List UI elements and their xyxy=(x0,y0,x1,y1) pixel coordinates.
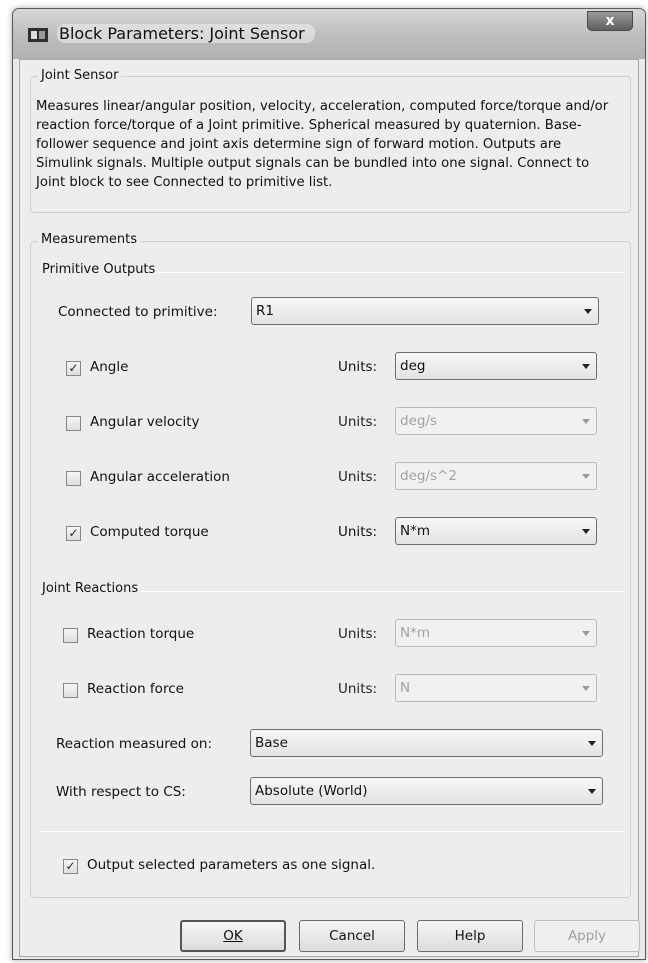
angular-velocity-units-select[interactable]: deg/s xyxy=(395,407,597,435)
chevron-down-icon xyxy=(582,419,590,424)
with-respect-to-cs-value: Absolute (World) xyxy=(255,783,368,799)
angular-acceleration-units-select[interactable]: deg/s^2 xyxy=(395,462,597,490)
connected-to-primitive-select[interactable]: R1 xyxy=(251,297,599,325)
reaction-force-units-label: Units: xyxy=(338,681,378,697)
computed-torque-units-value: N*m xyxy=(400,523,430,539)
reaction-torque-units-select[interactable]: N*m xyxy=(395,619,597,647)
reaction-force-units-select[interactable]: N xyxy=(395,674,597,702)
apply-button[interactable]: Apply xyxy=(534,920,640,952)
help-button-label: Help xyxy=(454,928,486,944)
dialog-window: Block Parameters: Joint Sensor x Joint S… xyxy=(12,8,646,960)
help-button[interactable]: Help xyxy=(417,920,523,952)
angular-acceleration-checkbox[interactable] xyxy=(66,471,81,486)
chevron-down-icon xyxy=(582,631,590,636)
chevron-down-icon xyxy=(582,686,590,691)
output-divider xyxy=(40,831,625,832)
description-group-label: Joint Sensor xyxy=(38,68,122,83)
apply-button-label: Apply xyxy=(567,928,607,944)
angle-units-label: Units: xyxy=(338,359,378,375)
angular-velocity-units-value: deg/s xyxy=(400,413,438,429)
block-description: Measures linear/angular position, veloci… xyxy=(36,99,609,190)
reaction-measured-on-value: Base xyxy=(255,735,288,751)
cancel-button-label: Cancel xyxy=(329,928,375,944)
chevron-down-icon xyxy=(584,309,592,314)
computed-torque-label: Computed torque xyxy=(90,524,209,540)
chevron-down-icon xyxy=(582,474,590,479)
computed-torque-units-label: Units: xyxy=(338,524,378,540)
with-respect-to-cs-select[interactable]: Absolute (World) xyxy=(250,777,603,805)
ok-button[interactable]: OK xyxy=(180,920,286,952)
angle-units-select[interactable]: deg xyxy=(395,352,597,380)
angular-velocity-label: Angular velocity xyxy=(90,414,200,430)
reaction-force-units-value: N xyxy=(400,680,411,696)
angular-velocity-checkbox[interactable] xyxy=(66,416,81,431)
title-bar[interactable]: Block Parameters: Joint Sensor x xyxy=(13,9,645,59)
connected-to-primitive-label: Connected to primitive: xyxy=(58,304,218,320)
chevron-down-icon xyxy=(588,741,596,746)
reaction-torque-label: Reaction torque xyxy=(87,626,195,642)
reaction-force-checkbox[interactable] xyxy=(63,683,78,698)
angle-label: Angle xyxy=(90,359,129,375)
output-one-signal-checkbox[interactable]: ✓ xyxy=(63,859,78,874)
primitive-outputs-label: Primitive Outputs xyxy=(42,262,159,277)
chevron-down-icon xyxy=(588,789,596,794)
reaction-measured-on-label: Reaction measured on: xyxy=(56,736,213,752)
angle-units-value: deg xyxy=(400,358,426,374)
angle-checkbox[interactable]: ✓ xyxy=(66,361,81,376)
ok-button-label: OK xyxy=(223,928,243,944)
connected-to-primitive-value: R1 xyxy=(256,303,274,319)
chevron-down-icon xyxy=(582,364,590,369)
with-respect-to-cs-label: With respect to CS: xyxy=(56,784,186,800)
angular-acceleration-units-label: Units: xyxy=(338,469,378,485)
reaction-torque-units-label: Units: xyxy=(338,626,378,642)
measurements-group-label: Measurements xyxy=(38,232,141,247)
computed-torque-units-select[interactable]: N*m xyxy=(395,517,597,545)
close-button[interactable]: x xyxy=(587,11,633,31)
output-one-signal-label: Output selected parameters as one signal… xyxy=(87,857,376,873)
cancel-button[interactable]: Cancel xyxy=(299,920,405,952)
computed-torque-checkbox[interactable]: ✓ xyxy=(66,526,81,541)
angular-acceleration-label: Angular acceleration xyxy=(90,469,230,485)
joint-reactions-label: Joint Reactions xyxy=(42,581,142,596)
chevron-down-icon xyxy=(582,529,590,534)
reaction-measured-on-select[interactable]: Base xyxy=(250,729,603,757)
reaction-torque-checkbox[interactable] xyxy=(63,628,78,643)
reaction-torque-units-value: N*m xyxy=(400,625,430,641)
window-title: Block Parameters: Joint Sensor xyxy=(57,24,315,43)
angular-velocity-units-label: Units: xyxy=(338,414,378,430)
dialog-body: Joint Sensor Measures linear/angular pos… xyxy=(19,59,640,957)
reaction-force-label: Reaction force xyxy=(87,681,184,697)
angular-acceleration-units-value: deg/s^2 xyxy=(400,468,457,484)
simulink-block-icon xyxy=(28,28,48,42)
